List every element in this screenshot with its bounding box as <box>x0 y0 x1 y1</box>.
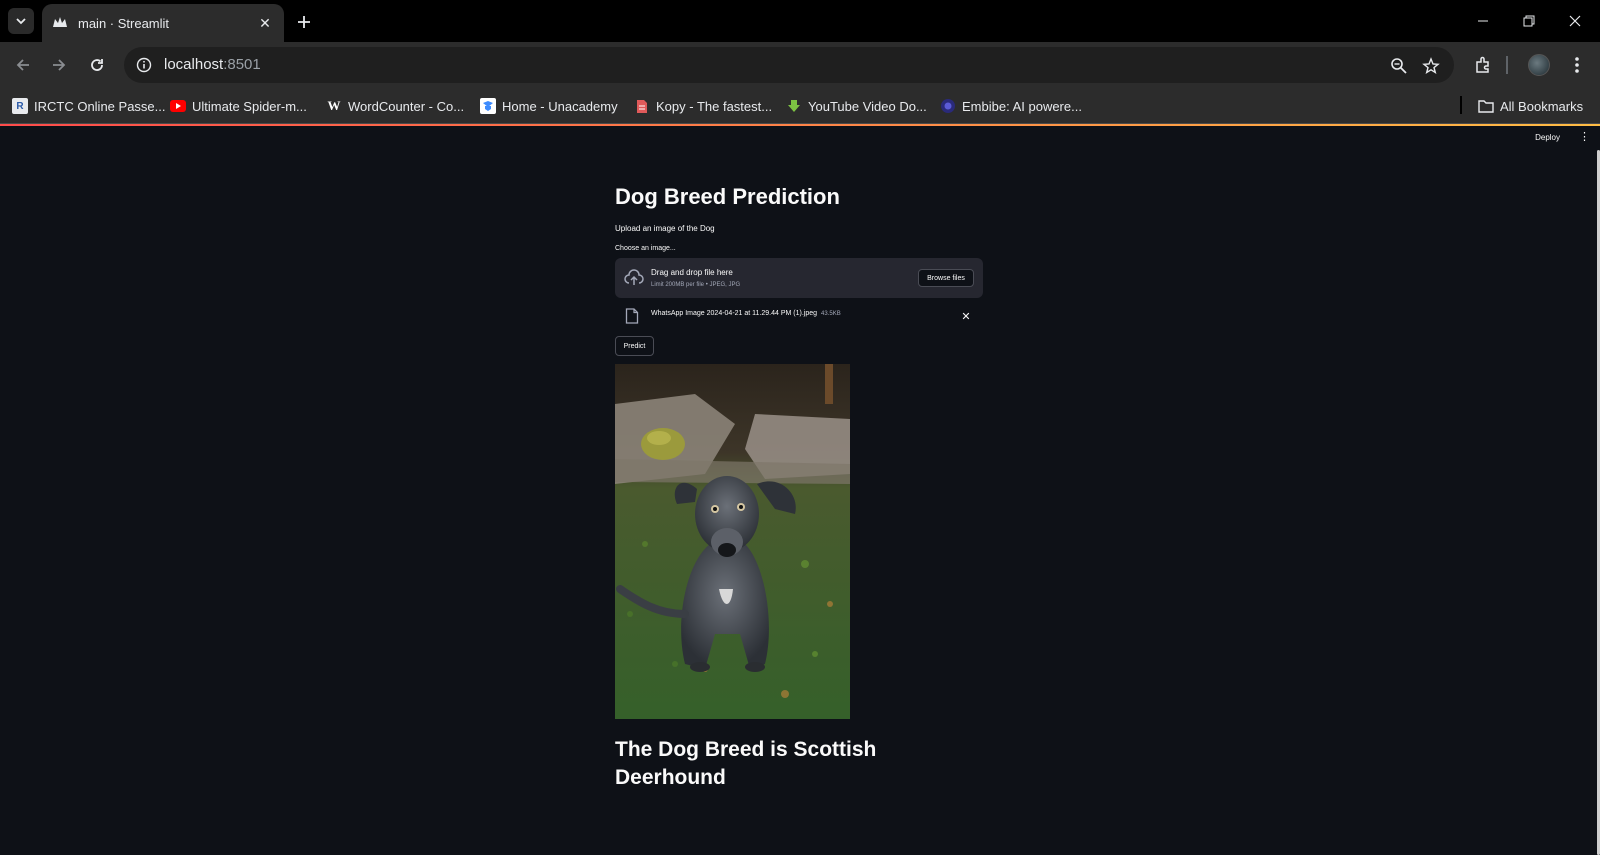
minimize-button[interactable] <box>1460 0 1506 42</box>
remove-file-icon[interactable]: ✕ <box>959 309 973 323</box>
bookmark-label: Ultimate Spider-m... <box>192 98 307 114</box>
bookmark-label: WordCounter - Co... <box>348 98 465 114</box>
prediction-result: The Dog Breed is Scottish Deerhound <box>615 738 877 789</box>
close-icon <box>1569 15 1581 27</box>
tab-close-icon[interactable]: ✕ <box>256 14 274 32</box>
bookmark-label: Kopy - The fastest... <box>656 98 773 114</box>
url-port: :8501 <box>223 56 261 73</box>
file-name-text: WhatsApp Image 2024-04-21 at 11.29.44 PM… <box>651 310 818 317</box>
tab-strip: main · Streamlit ✕ <box>0 0 1600 42</box>
bookmarks-bar: R IRCTC Online Passe... Ultimate Spider-… <box>0 88 1600 124</box>
minimize-icon <box>1478 20 1488 22</box>
profile-avatar[interactable] <box>1526 52 1552 78</box>
plus-icon <box>298 16 310 28</box>
irctc-icon: R <box>12 98 28 114</box>
toolbar-divider <box>1506 56 1508 74</box>
bookmark-label: IRCTC Online Passe... <box>34 98 166 114</box>
bookmark-spiderman[interactable]: Ultimate Spider-m... <box>170 95 307 117</box>
app-menu-icon[interactable]: ⋮ <box>1579 130 1590 143</box>
forward-button[interactable] <box>44 50 74 80</box>
file-icon <box>625 308 639 324</box>
arrow-right-icon <box>53 59 66 71</box>
drop-instruction: Drag and drop file here <box>651 268 733 277</box>
bookmark-embibe[interactable]: Embibe: AI powere... <box>940 95 1082 117</box>
file-name: WhatsApp Image 2024-04-21 at 11.29.44 PM… <box>651 310 841 317</box>
arrow-left-icon <box>16 59 29 71</box>
cloud-upload-icon <box>624 269 644 285</box>
bookmark-irctc[interactable]: R IRCTC Online Passe... <box>12 95 166 117</box>
all-bookmarks-button[interactable]: All Bookmarks <box>1478 95 1583 117</box>
browser-toolbar: localhost:8501 <box>0 42 1600 88</box>
reload-icon <box>91 59 103 71</box>
browse-files-button[interactable]: Browse files <box>918 269 974 287</box>
file-size: 43.5KB <box>821 311 841 317</box>
page-title: Dog Breed Prediction <box>615 184 840 209</box>
uploaded-file: WhatsApp Image 2024-04-21 at 11.29.44 PM… <box>615 304 983 328</box>
predict-button[interactable]: Predict <box>615 336 654 356</box>
chevron-down-icon <box>16 18 26 25</box>
streamlit-app: Deploy ⋮ Dog Breed Prediction Upload an … <box>0 126 1600 855</box>
restore-button[interactable] <box>1506 0 1552 42</box>
browser-tab[interactable]: main · Streamlit ✕ <box>42 4 284 42</box>
dog-image <box>615 364 850 719</box>
close-window-button[interactable] <box>1552 0 1598 42</box>
reload-button[interactable] <box>82 50 112 80</box>
page-subtitle: Upload an image of the Dog <box>615 224 715 233</box>
uploader-label: Choose an image... <box>615 245 676 252</box>
restore-icon <box>1523 15 1535 27</box>
file-limit-text: Limit 200MB per file • JPEG, JPG <box>651 282 741 288</box>
browser-menu-icon[interactable] <box>1564 52 1590 78</box>
bookmarks-separator <box>1460 96 1462 114</box>
bookmark-wordcounter[interactable]: W WordCounter - Co... <box>326 95 465 117</box>
back-button[interactable] <box>8 50 38 80</box>
url-text[interactable]: localhost:8501 <box>164 56 261 73</box>
deploy-button[interactable]: Deploy <box>1535 133 1560 142</box>
new-tab-button[interactable] <box>292 10 316 34</box>
w-icon: W <box>327 98 341 113</box>
all-bookmarks-label: All Bookmarks <box>1500 98 1584 114</box>
bookmark-label: YouTube Video Do... <box>808 98 927 114</box>
site-info-icon[interactable] <box>132 53 156 77</box>
url-host: localhost <box>164 56 224 73</box>
file-dropzone[interactable]: Drag and drop file here Limit 200MB per … <box>615 258 983 298</box>
address-bar[interactable]: localhost:8501 <box>124 47 1454 83</box>
bookmark-unacademy[interactable]: Home - Unacademy <box>480 95 618 117</box>
embibe-icon <box>940 98 956 114</box>
bookmark-label: Home - Unacademy <box>502 98 618 114</box>
download-arrow-icon <box>786 98 802 114</box>
bookmark-youtube-downloader[interactable]: YouTube Video Do... <box>786 95 927 117</box>
streamlit-crown-icon <box>52 15 68 31</box>
bookmark-kopy[interactable]: Kopy - The fastest... <box>634 95 772 117</box>
bookmark-label: Embibe: AI powere... <box>962 98 1082 114</box>
extensions-icon[interactable] <box>1470 52 1496 78</box>
folder-icon <box>1478 98 1494 114</box>
tab-title: main · Streamlit <box>78 15 170 31</box>
tab-search-button[interactable] <box>8 8 34 34</box>
unacademy-icon <box>480 98 496 114</box>
bookmark-star-icon[interactable] <box>1420 55 1442 77</box>
youtube-icon <box>170 98 186 114</box>
zoom-icon[interactable] <box>1388 55 1410 77</box>
document-icon <box>634 98 650 114</box>
